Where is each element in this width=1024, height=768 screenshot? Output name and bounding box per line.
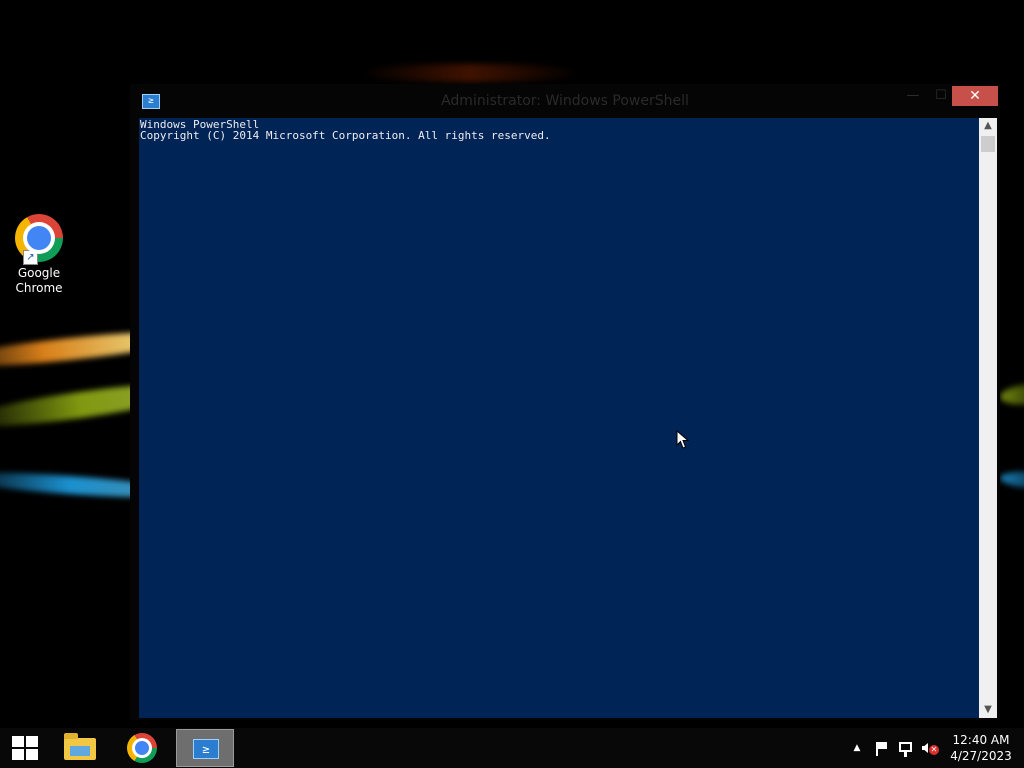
close-button[interactable]: ✕ [952,86,998,106]
scroll-thumb[interactable] [981,136,995,152]
wallpaper-streak [999,469,1024,491]
volume-muted-icon[interactable]: ✕ [920,728,940,768]
taskbar-powershell[interactable]: ≥ [176,729,234,767]
taskbar-chrome[interactable] [114,728,170,768]
minimize-button[interactable]: — [898,86,928,106]
system-clock[interactable]: 12:40 AM 4/27/2023 [946,732,1016,764]
vertical-scrollbar[interactable]: ▲ ▼ [979,118,997,718]
chrome-icon [127,733,157,763]
clock-time: 12:40 AM [952,733,1010,747]
console-area[interactable]: Windows PowerShell Copyright (C) 2014 Mi… [139,118,979,718]
show-hidden-icons-button[interactable]: ▲ [850,728,864,768]
network-icon[interactable] [896,728,916,768]
desktop-icon-label: Google Chrome [15,266,63,295]
wallpaper-streak [360,64,580,82]
window-title: Administrator: Windows PowerShell [441,93,689,109]
shortcut-arrow-icon: ↗ [23,250,38,265]
clock-date: 4/27/2023 [950,749,1012,763]
console-line: Copyright (C) 2014 Microsoft Corporation… [140,129,551,142]
folder-icon [64,733,96,760]
scroll-up-icon[interactable]: ▲ [979,118,997,134]
powershell-window[interactable]: ≥ Administrator: Windows PowerShell — ☐ … [130,84,1000,720]
wallpaper-streak [999,380,1024,408]
taskbar: ≥ ▲ ✕ 12:40 AM 4/27/2023 [0,728,1024,768]
start-button[interactable] [4,728,44,768]
powershell-icon: ≥ [193,739,219,759]
scroll-down-icon[interactable]: ▼ [979,702,997,718]
mouse-cursor-icon [676,430,690,449]
title-bar[interactable]: ≥ Administrator: Windows PowerShell — ☐ … [130,84,1000,116]
desktop-icon-chrome[interactable]: ↗ Google Chrome [6,212,72,296]
chrome-icon: ↗ [15,214,63,265]
action-center-flag-icon[interactable] [872,728,890,768]
windows-logo-icon [12,736,38,760]
taskbar-file-explorer[interactable] [52,728,108,768]
